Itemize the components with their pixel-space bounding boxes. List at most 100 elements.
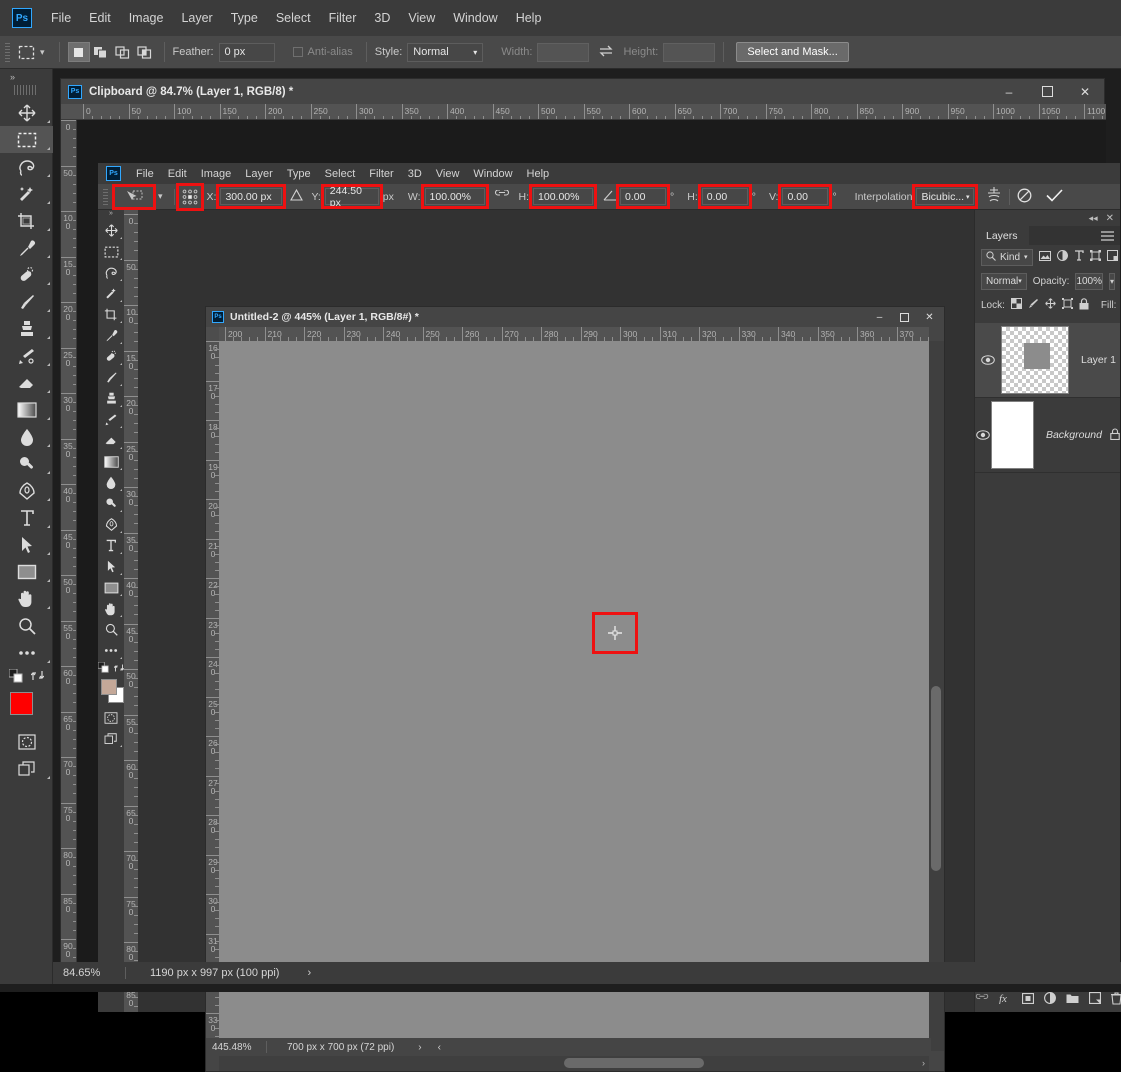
tool-brush[interactable] <box>0 288 53 315</box>
layer-mask-icon[interactable] <box>1022 993 1034 1007</box>
inner-menu-select[interactable]: Select <box>318 166 363 182</box>
tool-dodge[interactable] <box>0 450 53 477</box>
width-input[interactable] <box>537 43 589 62</box>
tool-edit-toolbar[interactable] <box>0 639 53 666</box>
color-swatches[interactable] <box>0 688 53 728</box>
inner-document-titlebar[interactable]: Ps Untitled-2 @ 445% (Layer 1, RGB/8#) *… <box>206 307 944 327</box>
blend-mode-select[interactable]: Normal ▾ <box>981 273 1027 290</box>
maximize-button[interactable] <box>1028 79 1066 104</box>
opacity-slider-toggle[interactable]: ▾ <box>1109 273 1115 290</box>
delta-triangle-icon[interactable] <box>290 189 303 204</box>
transform-center-marker[interactable] <box>592 612 638 654</box>
lock-position-icon[interactable] <box>1045 298 1056 312</box>
menu-view[interactable]: View <box>399 7 444 29</box>
inner-tool-blur[interactable] <box>98 472 124 493</box>
inner-vertical-scrollbar[interactable] <box>929 341 944 1051</box>
rectangular-marquee-icon[interactable] <box>14 41 38 63</box>
inner-tool-brush[interactable] <box>98 367 124 388</box>
collapse-panel-icon[interactable]: ◂◂ <box>1089 213 1098 224</box>
transform-skew-h-input[interactable]: 0.00 <box>702 188 748 205</box>
vertical-ruler[interactable]: 0501001502002503003504004505005506006507… <box>61 120 77 971</box>
new-group-icon[interactable] <box>1066 993 1079 1007</box>
tool-clone-stamp[interactable] <box>0 315 53 342</box>
inner-screen-mode-button[interactable] <box>98 728 124 749</box>
layer-name[interactable]: Layer 1 <box>1081 354 1116 366</box>
inner-menu-edit[interactable]: Edit <box>161 166 194 182</box>
cancel-transform-icon[interactable] <box>1017 188 1032 206</box>
quick-mask-button[interactable] <box>0 728 53 755</box>
layer-thumbnail[interactable] <box>991 401 1034 469</box>
inner-tool-rectangle[interactable] <box>98 577 124 598</box>
inner-menu-3d[interactable]: 3D <box>401 166 429 182</box>
tool-rectangular-marquee[interactable] <box>0 126 53 153</box>
select-and-mask-button[interactable]: Select and Mask... <box>736 42 849 62</box>
default-colors-icon[interactable] <box>9 669 23 686</box>
tool-blur[interactable] <box>0 423 53 450</box>
lock-image-icon[interactable] <box>1028 298 1039 312</box>
menu-3d[interactable]: 3D <box>365 7 399 29</box>
inner-tool-eraser[interactable] <box>98 430 124 451</box>
shape-filter-icon[interactable] <box>1090 250 1101 264</box>
selection-intersect-button[interactable] <box>134 42 156 62</box>
inner-menu-window[interactable]: Window <box>466 166 519 182</box>
tool-gradient[interactable] <box>0 396 53 423</box>
new-layer-icon[interactable] <box>1089 992 1101 1007</box>
inner-tool-type[interactable] <box>98 535 124 556</box>
inner-menu-file[interactable]: File <box>129 166 161 182</box>
tool-zoom[interactable] <box>0 612 53 639</box>
scroll-right-icon[interactable]: › <box>922 1058 925 1068</box>
transform-h-input[interactable]: 100.00% <box>533 188 593 205</box>
tool-type[interactable] <box>0 504 53 531</box>
selection-subtract-button[interactable] <box>112 42 134 62</box>
chain-link-icon[interactable] <box>494 190 510 203</box>
inner-foreground-color-swatch[interactable] <box>101 679 117 695</box>
menu-edit[interactable]: Edit <box>80 7 120 29</box>
status-expand-icon[interactable]: › <box>307 967 311 979</box>
close-button[interactable]: ✕ <box>1066 79 1104 104</box>
tool-spot-healing-brush[interactable] <box>0 261 53 288</box>
pixel-filter-icon[interactable] <box>1039 251 1051 264</box>
tool-lasso[interactable] <box>0 153 53 180</box>
inner-tool-pen[interactable] <box>98 514 124 535</box>
tool-eyedropper[interactable] <box>0 234 53 261</box>
inner-menu-view[interactable]: View <box>429 166 467 182</box>
adjustment-filter-icon[interactable] <box>1057 250 1068 264</box>
inner-tool-quick-selection[interactable] <box>98 283 124 304</box>
style-select[interactable]: Normal ▾ <box>407 43 483 62</box>
menu-window[interactable]: Window <box>444 7 506 29</box>
inner-tool-rectangular-marquee[interactable] <box>98 241 124 262</box>
inner-maximize-button[interactable] <box>892 307 917 327</box>
document-window-titlebar[interactable]: Ps Clipboard @ 84.7% (Layer 1, RGB/8) * … <box>61 79 1104 104</box>
inner-tool-gradient[interactable] <box>98 451 124 472</box>
image-canvas[interactable] <box>219 341 929 1051</box>
tab-layers[interactable]: Layers <box>975 226 1029 245</box>
scrollbar-thumb[interactable] <box>564 1058 704 1068</box>
inner-tool-path-selection[interactable] <box>98 556 124 577</box>
inner-swap-colors-icon[interactable] <box>114 663 124 676</box>
swap-arrows-icon[interactable] <box>598 45 614 60</box>
transform-x-input[interactable]: 300.00 px <box>220 188 282 205</box>
zoom-level[interactable]: 84.65% <box>53 967 125 979</box>
tool-history-brush[interactable] <box>0 342 53 369</box>
foreground-color-swatch[interactable] <box>10 692 33 715</box>
inner-tool-hand[interactable] <box>98 598 124 619</box>
adjustment-layer-icon[interactable] <box>1044 992 1056 1007</box>
inner-tool-crop[interactable] <box>98 304 124 325</box>
layer-visibility-toggle[interactable] <box>975 430 991 440</box>
menu-select[interactable]: Select <box>267 7 320 29</box>
menu-image[interactable]: Image <box>120 7 173 29</box>
inner-menu-image[interactable]: Image <box>194 166 239 182</box>
layer-filter-kind-select[interactable]: Kind ▾ <box>981 249 1033 266</box>
tool-crop[interactable] <box>0 207 53 234</box>
horizontal-ruler[interactable]: 0501001502002503003504004505005506006507… <box>61 104 1106 120</box>
inner-menu-type[interactable]: Type <box>280 166 318 182</box>
tool-hand[interactable] <box>0 585 53 612</box>
options-bar-gripper[interactable] <box>5 43 10 62</box>
reference-point-icon[interactable] <box>180 187 200 207</box>
layer-row-background[interactable]: Background <box>975 398 1120 473</box>
inner-tool-zoom[interactable] <box>98 619 124 640</box>
menu-type[interactable]: Type <box>222 7 267 29</box>
inner-menu-help[interactable]: Help <box>520 166 557 182</box>
layer-name[interactable]: Background <box>1046 429 1102 441</box>
tool-eraser[interactable] <box>0 369 53 396</box>
